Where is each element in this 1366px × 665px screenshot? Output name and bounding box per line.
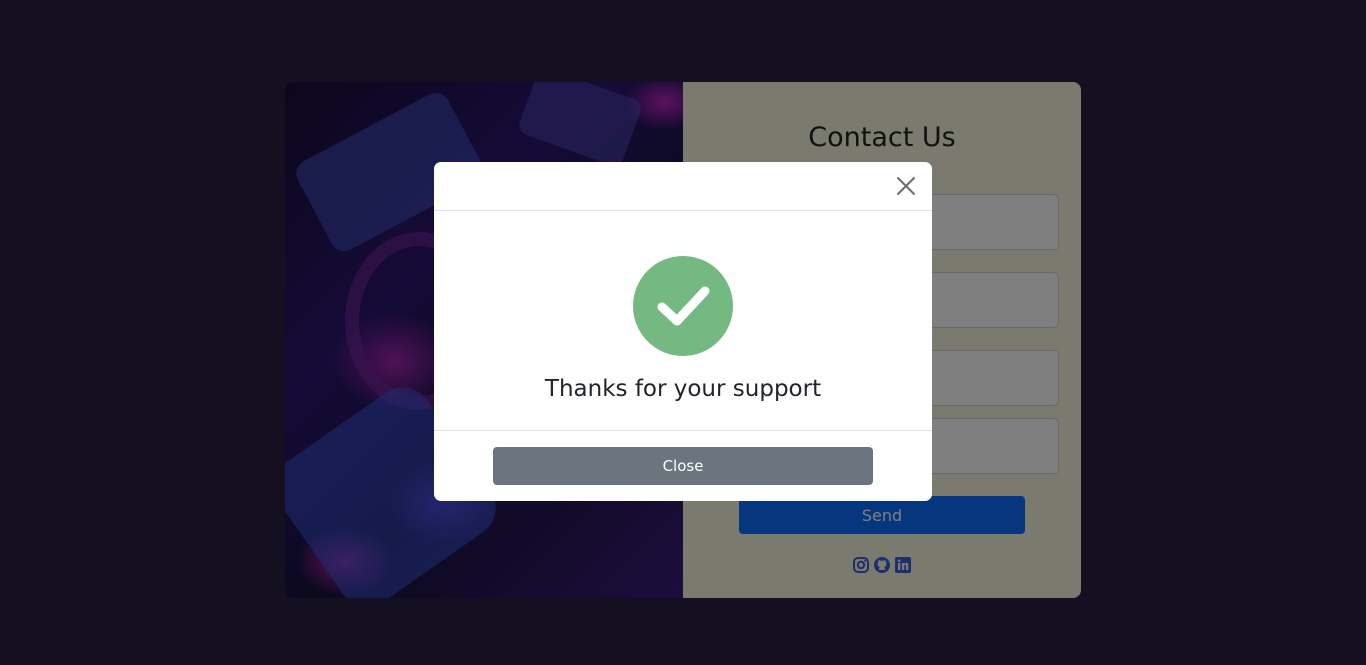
success-message: Thanks for your support xyxy=(544,376,822,402)
close-icon[interactable] xyxy=(894,174,918,198)
close-button[interactable]: Close xyxy=(493,447,873,485)
modal-body: Thanks for your support xyxy=(434,211,932,431)
checkmark-icon xyxy=(633,256,733,356)
success-modal: Thanks for your support Close xyxy=(434,162,932,501)
modal-header xyxy=(434,162,932,211)
